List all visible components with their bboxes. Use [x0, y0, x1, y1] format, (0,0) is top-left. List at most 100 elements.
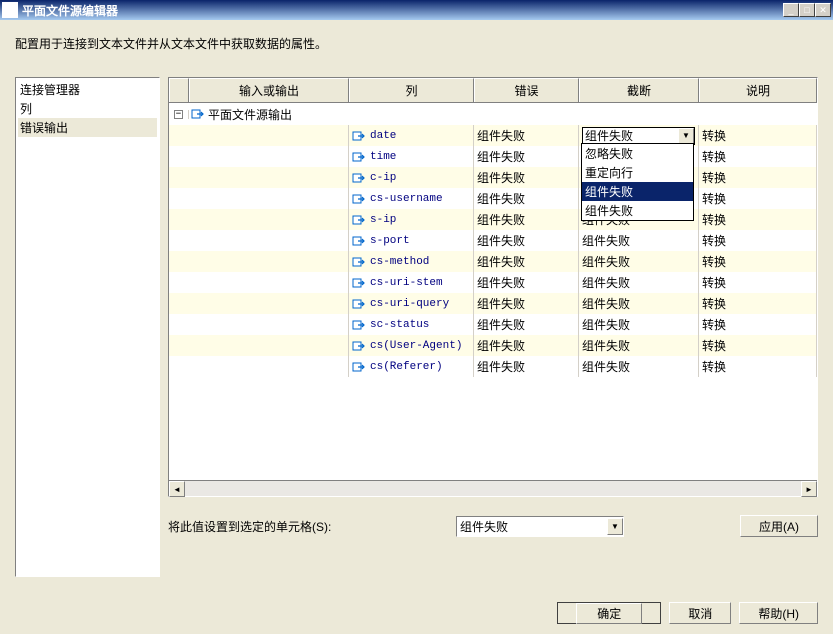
- sidebar-item[interactable]: 错误输出: [18, 118, 157, 137]
- column-name: cs-uri-query: [370, 298, 449, 310]
- table-row[interactable]: time组件失败组件失败转换: [169, 146, 817, 167]
- scroll-left-button[interactable]: ◄: [169, 481, 185, 497]
- ok-button[interactable]: 确定: [557, 602, 661, 624]
- column-arrow-icon: [352, 360, 366, 374]
- error-value: 组件失败: [477, 232, 525, 249]
- error-value: 组件失败: [477, 169, 525, 186]
- truncation-value: 组件失败: [582, 295, 630, 312]
- horizontal-scrollbar[interactable]: ◄ ►: [169, 480, 817, 496]
- bulk-set-select[interactable]: 组件失败 ▼: [456, 516, 624, 537]
- maximize-button[interactable]: □: [799, 3, 815, 17]
- truncation-value: 组件失败: [582, 232, 630, 249]
- dropdown-option[interactable]: 组件失败: [582, 201, 693, 220]
- error-value: 组件失败: [477, 211, 525, 228]
- grid-header: 输入或输出 列 错误 截断 说明: [169, 78, 817, 103]
- table-row[interactable]: cs(User-Agent)组件失败组件失败转换: [169, 335, 817, 356]
- parent-label: 平面文件源输出: [208, 106, 292, 123]
- table-row[interactable]: cs(Referer)组件失败组件失败转换: [169, 356, 817, 377]
- column-name: s-ip: [370, 214, 396, 226]
- column-name: cs-username: [370, 193, 443, 205]
- cancel-button[interactable]: 取消: [669, 602, 731, 624]
- desc-value: 转换: [702, 190, 726, 207]
- column-arrow-icon: [352, 129, 366, 143]
- grid-header-expand: [169, 78, 189, 102]
- truncation-value: 组件失败: [582, 253, 630, 270]
- bulk-set-value: 组件失败: [460, 518, 508, 535]
- column-name: time: [370, 151, 396, 163]
- dropdown-option[interactable]: 忽略失败: [582, 144, 693, 163]
- desc-value: 转换: [702, 295, 726, 312]
- table-row[interactable]: cs-uri-stem 组件失败 组件失败 转换: [169, 272, 817, 293]
- desc-value: 转换: [702, 127, 726, 144]
- truncation-value: 组件失败: [582, 274, 630, 291]
- grid-header-col[interactable]: 列: [349, 78, 474, 102]
- minimize-button[interactable]: _: [783, 3, 799, 17]
- desc-value: 转换: [702, 253, 726, 270]
- error-value: 组件失败: [477, 253, 525, 270]
- help-button[interactable]: 帮助(H): [739, 602, 818, 624]
- table-row[interactable]: date组件失败组件失败▼忽略失败重定向行组件失败组件失败转换: [169, 125, 817, 146]
- desc-value: 转换: [702, 169, 726, 186]
- output-arrow-icon: [191, 107, 205, 121]
- collapse-icon[interactable]: −: [174, 110, 183, 119]
- error-value: 组件失败: [477, 148, 525, 165]
- column-arrow-icon: [352, 171, 366, 185]
- scroll-right-button[interactable]: ►: [801, 481, 817, 497]
- titlebar: 平面文件源编辑器 _ □ ✕: [0, 0, 833, 20]
- column-arrow-icon: [352, 318, 366, 332]
- table-row[interactable]: cs-uri-query组件失败组件失败转换: [169, 293, 817, 314]
- column-arrow-icon: [352, 150, 366, 164]
- table-row[interactable]: s-ip组件失败组件失败转换: [169, 209, 817, 230]
- footer-buttons: 确定 取消 帮助(H): [15, 602, 818, 624]
- window-controls: _ □ ✕: [783, 3, 831, 17]
- dropdown-arrow-icon[interactable]: ▼: [607, 518, 623, 535]
- grid-body: − 平面文件源输出 date组件失败组件失败▼忽略失败重定向行组件失败组件失败转换 t…: [169, 103, 817, 480]
- apply-button[interactable]: 应用(A): [740, 515, 818, 537]
- truncation-value: 组件失败: [582, 358, 630, 375]
- desc-value: 转换: [702, 232, 726, 249]
- column-arrow-icon: [352, 213, 366, 227]
- column-name: cs(Referer): [370, 361, 443, 373]
- app-icon: [2, 2, 18, 18]
- column-name: c-ip: [370, 172, 396, 184]
- sidebar-item[interactable]: 连接管理器: [18, 80, 157, 99]
- grid-header-err[interactable]: 错误: [474, 78, 579, 102]
- dropdown-option[interactable]: 重定向行: [582, 163, 693, 182]
- truncation-value: 组件失败: [582, 316, 630, 333]
- grid-header-desc[interactable]: 说明: [699, 78, 817, 102]
- table-row[interactable]: s-port 组件失败 组件失败 转换: [169, 230, 817, 251]
- close-button[interactable]: ✕: [815, 3, 831, 17]
- column-name: s-port: [370, 235, 410, 247]
- error-value: 组件失败: [477, 316, 525, 333]
- dropdown-popup: 忽略失败重定向行组件失败组件失败: [581, 143, 694, 221]
- table-row[interactable]: cs-method 组件失败 组件失败 转换: [169, 251, 817, 272]
- truncation-dropdown[interactable]: 组件失败▼: [582, 127, 695, 145]
- desc-value: 转换: [702, 316, 726, 333]
- column-arrow-icon: [352, 339, 366, 353]
- desc-value: 转换: [702, 358, 726, 375]
- dropdown-option[interactable]: 组件失败: [582, 182, 693, 201]
- table-row[interactable]: sc-status 组件失败 组件失败 转换: [169, 314, 817, 335]
- column-name: cs-method: [370, 256, 429, 268]
- grid-header-trunc[interactable]: 截断: [579, 78, 699, 102]
- chevron-down-icon[interactable]: ▼: [678, 128, 694, 144]
- grid: 输入或输出 列 错误 截断 说明 − 平面文件源输出 date组件失败组件失败▼忽略…: [168, 77, 818, 497]
- scroll-track[interactable]: [185, 481, 801, 496]
- desc-value: 转换: [702, 148, 726, 165]
- table-row[interactable]: cs-username组件失败组件失败转换: [169, 188, 817, 209]
- desc-value: 转换: [702, 274, 726, 291]
- bottom-controls: 将此值设置到选定的单元格(S): 组件失败 ▼ 应用(A): [168, 515, 818, 537]
- desc-value: 转换: [702, 337, 726, 354]
- error-value: 组件失败: [477, 274, 525, 291]
- desc-value: 转换: [702, 211, 726, 228]
- right-panel: 输入或输出 列 错误 截断 说明 − 平面文件源输出 date组件失败组件失败▼忽略…: [168, 77, 818, 577]
- grid-header-io[interactable]: 输入或输出: [189, 78, 349, 102]
- bulk-set-label: 将此值设置到选定的单元格(S):: [168, 518, 448, 535]
- column-arrow-icon: [352, 276, 366, 290]
- table-row[interactable]: c-ip组件失败组件失败转换: [169, 167, 817, 188]
- description-text: 配置用于连接到文本文件并从文本文件中获取数据的属性。: [15, 35, 818, 52]
- tree-parent-row[interactable]: − 平面文件源输出: [169, 103, 817, 125]
- column-name: cs-uri-stem: [370, 277, 443, 289]
- sidebar-item[interactable]: 列: [18, 99, 157, 118]
- column-name: sc-status: [370, 319, 429, 331]
